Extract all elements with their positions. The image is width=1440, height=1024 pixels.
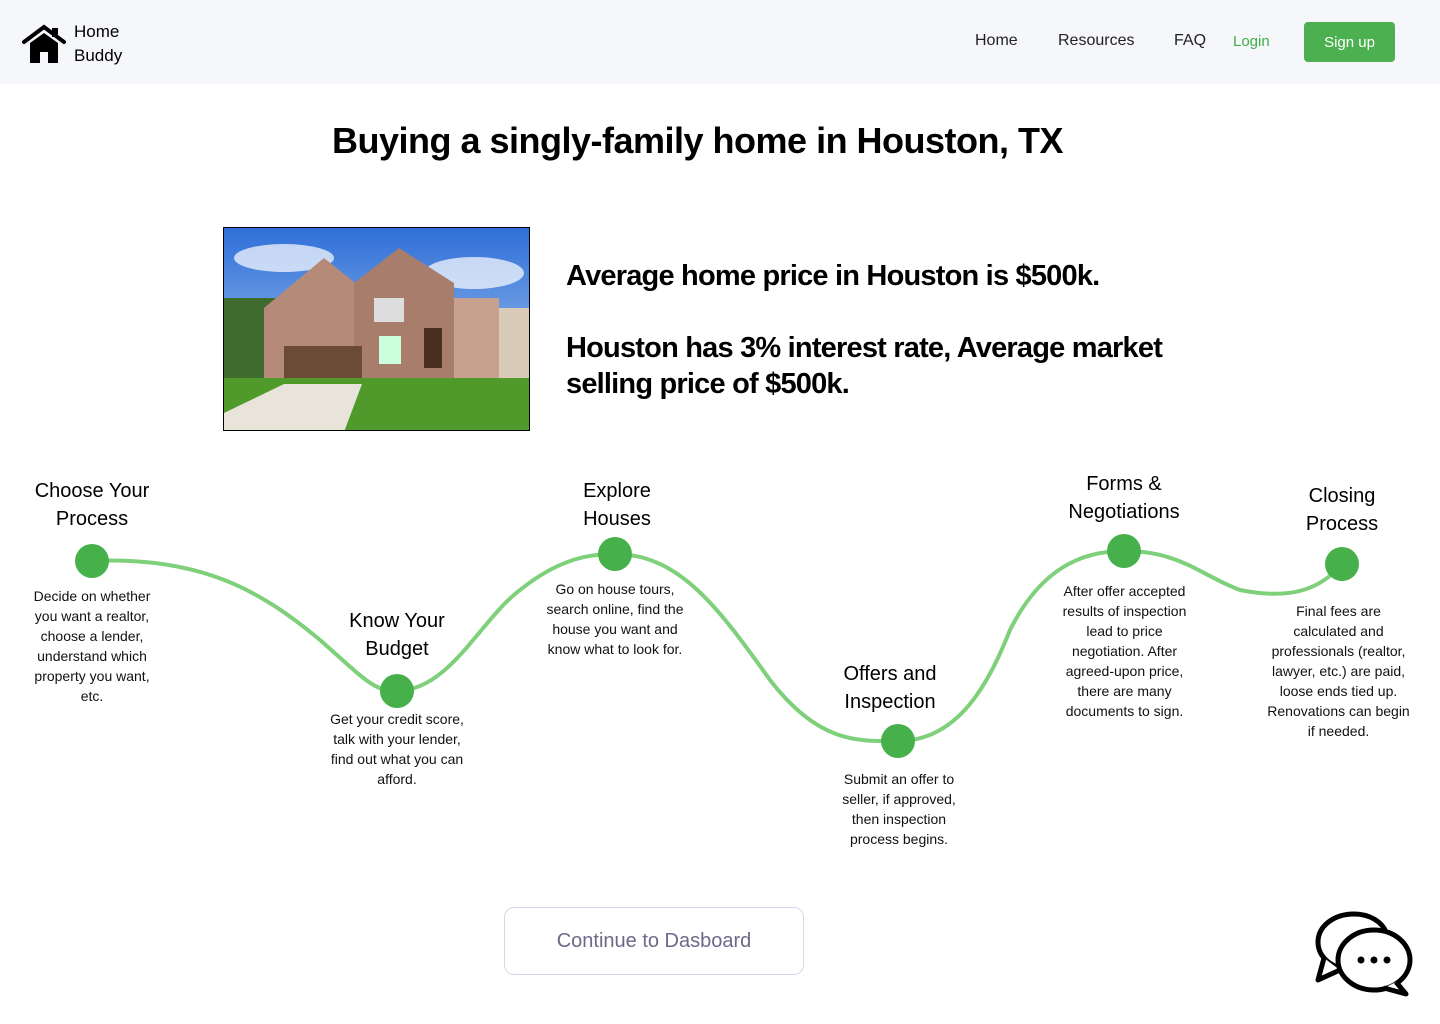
step-node-5[interactable]	[1107, 534, 1141, 568]
step-title-1: Choose Your Process	[34, 480, 150, 530]
step-node-1[interactable]	[75, 544, 109, 578]
chat-bubbles-icon	[1315, 911, 1413, 997]
chat-button[interactable]	[1310, 908, 1414, 1005]
step-node-6[interactable]	[1325, 547, 1359, 581]
step-title-6: Closing Process	[1305, 485, 1379, 535]
step-title-3: Explore Houses	[583, 480, 651, 530]
timeline-curve	[91, 548, 1344, 744]
step-node-3[interactable]	[598, 537, 632, 571]
step-desc-5: After offer accepted results of inspecti…	[1062, 583, 1187, 719]
step-node-4[interactable]	[881, 724, 915, 758]
step-node-2[interactable]	[380, 674, 414, 708]
step-desc-2: Get your credit score, talk with your le…	[330, 711, 464, 787]
step-desc-3: Go on house tours, search online, find t…	[546, 581, 684, 657]
step-desc-4: Submit an offer to seller, if approved, …	[842, 771, 956, 847]
step-title-4: Offers and Inspection	[843, 663, 937, 713]
step-title-5: Forms & Negotiations	[1068, 473, 1180, 523]
step-title-2: Know Your Budget	[349, 610, 445, 660]
step-desc-1: Decide on whether you want a realtor, ch…	[33, 588, 151, 704]
continue-to-dashboard-button[interactable]: Continue to Dasboard	[504, 907, 804, 975]
step-desc-6: Final fees are calculated and profession…	[1267, 603, 1410, 739]
